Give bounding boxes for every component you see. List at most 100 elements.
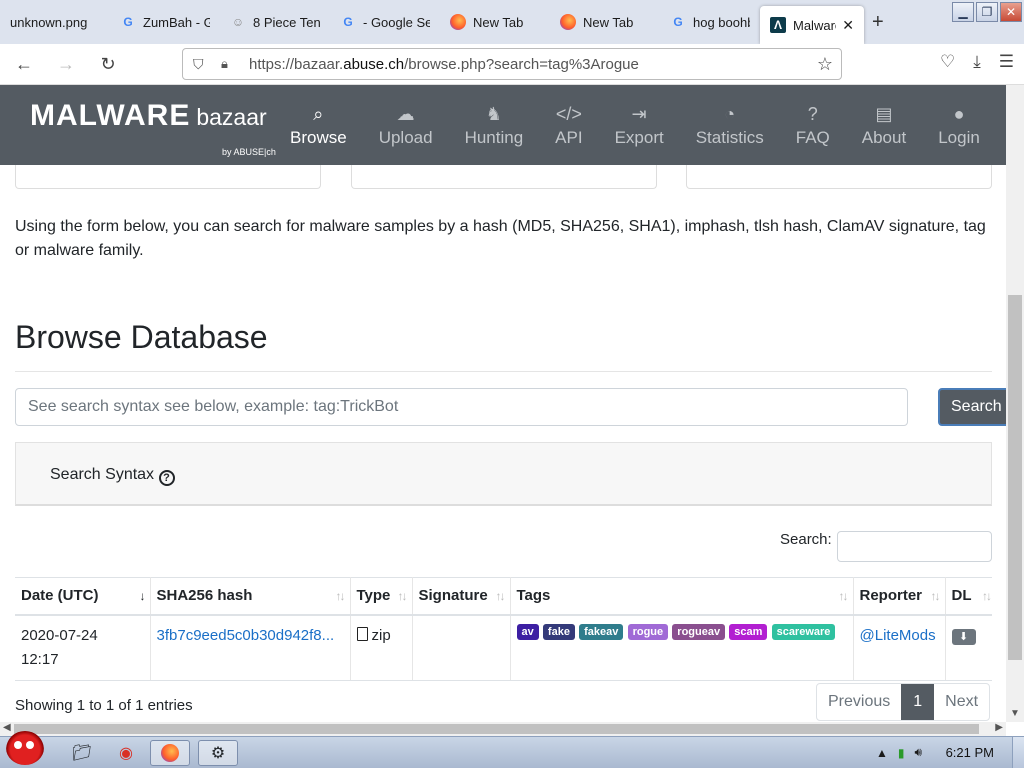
stat-card [686,165,992,189]
scroll-down-icon[interactable]: ▼ [1010,708,1020,719]
entries-info: Showing 1 to 1 of 1 entries [15,697,193,714]
sort-icon: ↑↓ [982,589,992,603]
vertical-scrollbar[interactable]: ▼ [1006,85,1024,722]
cell-type: zip [350,614,413,681]
cell-reporter: @LiteMods [853,614,946,681]
sort-icon: ↑↓ [838,589,849,603]
tag-badge[interactable]: scareware [771,623,836,640]
new-tab-button[interactable]: + [872,11,884,34]
nav-login[interactable]: ● Login [922,85,996,165]
tag-badge[interactable]: av [516,623,539,640]
search-syntax-toggle[interactable]: Search Syntax ? [15,442,992,506]
tag-badge[interactable]: fakeav [579,623,624,640]
horizontal-scroll-thumb[interactable] [14,724,979,734]
tag-badge[interactable]: scam [729,623,768,640]
nav-statistics[interactable]: ◔ Statistics [680,85,780,165]
intro-text: Using the form below, you can search for… [15,218,986,259]
minimize-icon[interactable]: ▁ [952,2,974,22]
shield-icon[interactable]: ⛉ [193,56,209,73]
nav-upload[interactable]: ☁ Upload [363,85,449,165]
explorer-icon[interactable]: 📁︎ [62,740,102,766]
col-tags[interactable]: Tags ↑↓ [510,577,854,616]
cell-tags: av fake fakeav rogue rogueav scam scarew… [510,614,854,681]
tab-hog[interactable]: G hog boohb [660,0,760,44]
nav-about[interactable]: ▤ About [846,85,922,165]
back-arrow-icon[interactable]: ← [6,54,42,75]
start-button[interactable] [2,729,48,768]
nav-faq[interactable]: ? FAQ [780,85,846,165]
pager-next[interactable]: Next [934,684,989,720]
table-search-label: Search: [780,531,832,548]
pager-current[interactable]: 1 [901,684,935,720]
download-sample-icon[interactable]: ⬇ [951,628,976,645]
sort-icon: ↑↓ [397,589,408,603]
nav-browse[interactable]: ⌕ Browse [290,85,363,165]
tag-badge[interactable]: rogueav [672,623,726,640]
scroll-right-icon[interactable]: ▶ [995,722,1003,733]
malware-bazaar-logo[interactable]: MALWARE bazaar by ABUSE|ch [30,99,276,157]
taskbar: 📁︎ ◉ ⚙ ▲ ▮ 🔊︎ 6:21 PM [0,731,1024,768]
firefox-icon [560,14,576,30]
menu-hamburger-icon[interactable]: ☰ [999,52,1014,72]
reporter-link[interactable]: @LiteMods [860,627,936,644]
col-signature[interactable]: Signature ↑↓ [412,577,511,616]
clock[interactable]: 6:21 PM [946,745,994,760]
lock-icon[interactable]: 🔒︎ [221,56,235,72]
volume-icon[interactable]: 🔊︎ [914,745,922,760]
reload-icon[interactable]: ↻ [90,54,126,75]
tab-google-search[interactable]: G - Google Se [330,0,440,44]
stat-cards [15,165,992,189]
show-desktop-button[interactable] [1012,737,1024,768]
address-bar[interactable]: ⛉ 🔒︎ https://bazaar.abuse.ch/browse.php?… [182,48,842,80]
col-reporter[interactable]: Reporter ↑↓ [853,577,946,616]
tab-zumbah[interactable]: G ZumBah - G [110,0,220,44]
forward-arrow-icon[interactable]: → [48,54,84,75]
tray-arrow-icon[interactable]: ▲ [876,746,888,760]
malwarebazaar-icon: Λ [770,17,786,33]
tag-badge[interactable]: fake [542,623,575,640]
search-button[interactable]: Search [938,388,1010,426]
pager-previous[interactable]: Previous [817,684,901,720]
tab-8-piece[interactable]: ☺ 8 Piece Ten [220,0,330,44]
user-icon: ● [953,104,965,124]
chrome-icon[interactable]: ◉ [106,740,146,766]
google-icon: G [343,15,353,29]
tab-new-tab-1[interactable]: New Tab [440,0,550,44]
pie-chart-icon: ◔ [724,104,736,124]
battery-icon[interactable]: ▮ [898,746,905,760]
tab-unknown-png[interactable]: unknown.png [0,0,110,44]
stat-card [351,165,657,189]
code-icon: </> [555,104,582,124]
nav-api[interactable]: </> API [539,85,598,165]
browser-tab-bar: unknown.png G ZumBah - G ☺ 8 Piece Ten G… [0,0,1024,44]
tab-malware-bazaar[interactable]: Λ Malware ✕ [760,6,864,44]
col-date[interactable]: Date (UTC) ↓ [15,577,151,616]
col-sha256[interactable]: SHA256 hash ↑↓ [150,577,351,616]
horizontal-scrollbar[interactable]: ◀ ▶ [0,722,1006,736]
bookmark-star-icon[interactable]: ☆ [817,54,833,75]
firefox-taskbar-icon[interactable] [150,740,190,766]
export-icon: ⇥ [631,104,647,124]
tab-new-tab-2[interactable]: New Tab [550,0,660,44]
results-table: Date (UTC) ↓ SHA256 hash ↑↓ Type ↑↓ Signatu… [15,577,992,681]
settings-app-icon[interactable]: ⚙ [198,740,238,766]
sha256-link[interactable]: 3fb7c9eed5c0b30d942f8... [157,627,335,644]
col-dl[interactable]: DL ↑↓ [945,577,992,616]
col-type[interactable]: Type ↑↓ [350,577,413,616]
vertical-scroll-thumb[interactable] [1008,295,1022,660]
sort-icon: ↑↓ [495,589,506,603]
pocket-icon[interactable]: ♡ [940,52,955,72]
close-tab-icon[interactable]: ✕ [842,17,854,34]
table-search-input[interactable] [837,531,992,562]
table-row: 2020-07-24 12:17 3fb7c9eed5c0b30d942f8...… [15,614,992,681]
url-text[interactable]: https://bazaar.abuse.ch/browse.php?searc… [249,56,639,73]
nav-hunting[interactable]: ♞ Hunting [449,85,540,165]
window-close-icon[interactable]: ✕ [1000,2,1022,22]
restore-icon[interactable]: ❐ [976,2,998,22]
page-title: Browse Database [15,319,268,355]
nav-export[interactable]: ⇥ Export [599,85,680,165]
tag-badge[interactable]: rogue [627,623,669,640]
site-header: MALWARE bazaar by ABUSE|ch ⌕ Browse ☁ Upl… [0,85,1006,165]
download-icon[interactable]: ⤓ [973,52,981,72]
search-input[interactable]: See search syntax see below, example: ta… [15,388,908,426]
